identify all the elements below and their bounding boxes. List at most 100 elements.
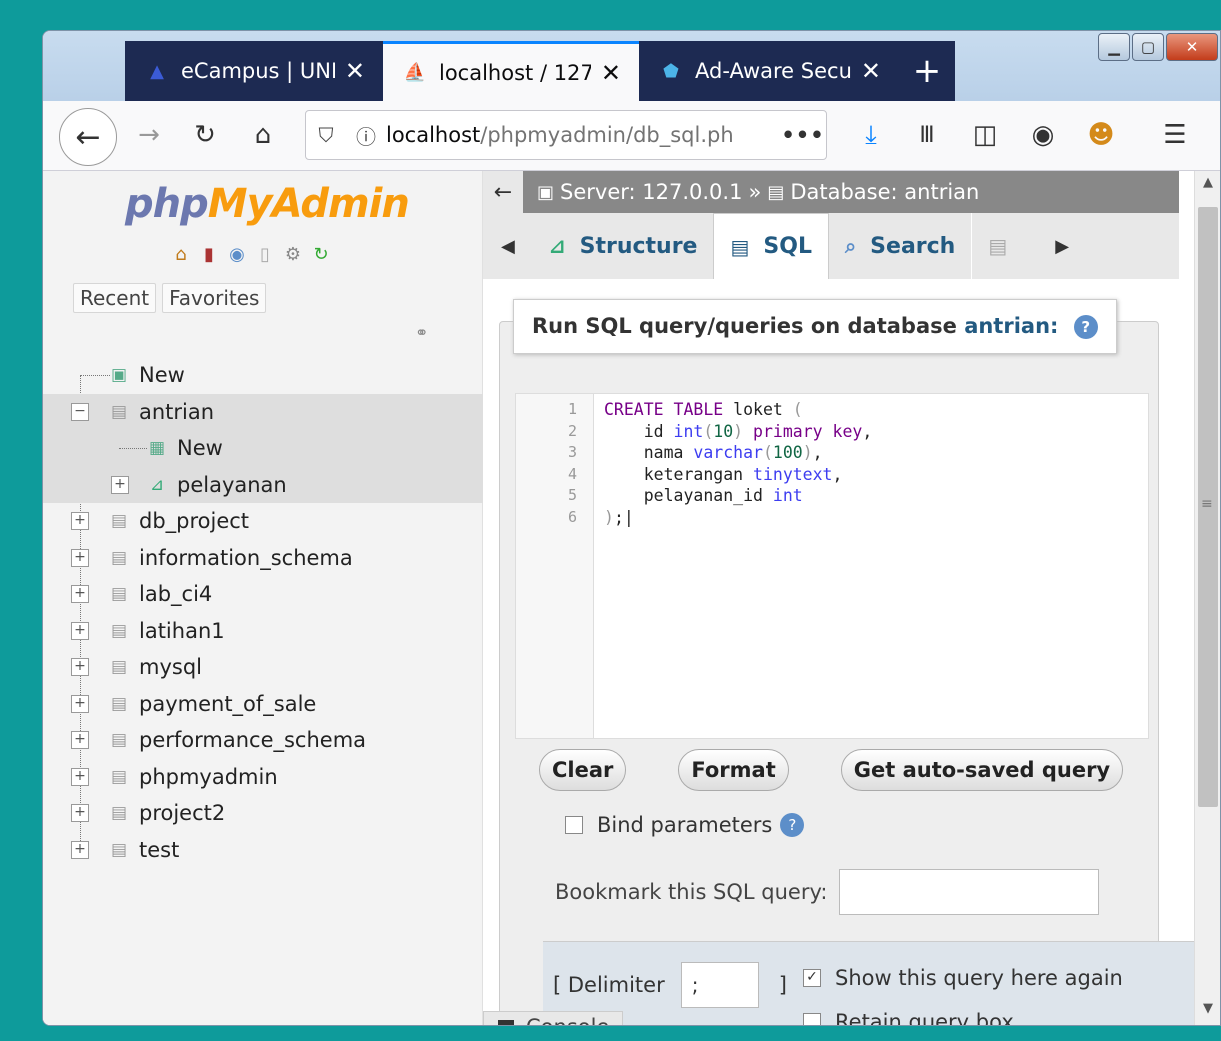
tracking-shield-icon[interactable]: ⛉: [306, 123, 346, 147]
collapse-icon[interactable]: −: [71, 402, 89, 421]
tree-item-db[interactable]: + ▤ information_schema: [43, 540, 483, 577]
get-auto-saved-query-button[interactable]: Get auto-saved query: [840, 749, 1124, 791]
legend-database-name[interactable]: antrian:: [964, 314, 1058, 338]
logout-icon[interactable]: ▮: [198, 243, 220, 265]
close-window-button[interactable]: ✕: [1166, 33, 1218, 61]
tab-query[interactable]: ▤: [971, 213, 1037, 279]
tree-item-db[interactable]: + ▤ phpmyadmin: [43, 759, 483, 796]
expand-icon[interactable]: +: [71, 585, 89, 604]
back-button[interactable]: ←: [59, 108, 117, 166]
sql-code[interactable]: CREATE TABLE loket ( id int(10) primary …: [604, 400, 872, 530]
tab-adaware[interactable]: ⬟ Ad-Aware Secu ✕: [639, 41, 899, 101]
breadcrumb-server[interactable]: Server: 127.0.0.1: [560, 180, 742, 204]
tabs-scroll-left-icon[interactable]: ◀: [483, 213, 533, 279]
help-icon[interactable]: ◉: [226, 243, 248, 265]
reload-icon: ↻: [194, 120, 216, 150]
tree-item-antrian-new[interactable]: ▦ New: [43, 430, 483, 467]
clear-button[interactable]: Clear: [539, 749, 627, 791]
tree-item-db[interactable]: + ▤ latihan1: [43, 613, 483, 650]
address-bar[interactable]: ⛉ ⓘ localhost/phpmyadmin/db_sql.ph •••: [305, 110, 827, 160]
tree-item-db[interactable]: + ▤ performance_schema: [43, 722, 483, 759]
tree-item-label: lab_ci4: [139, 582, 213, 607]
phpmyadmin-logo[interactable]: phpMyAdmin: [125, 181, 410, 227]
expand-icon[interactable]: +: [71, 658, 89, 677]
tree-item-db[interactable]: + ▤ mysql: [43, 649, 483, 686]
tree-item-antrian[interactable]: − ▤ antrian: [43, 393, 483, 430]
retain-query-box-checkbox[interactable]: [803, 1013, 821, 1025]
settings-gear-icon[interactable]: ⚙: [282, 243, 304, 265]
tab-structure[interactable]: ⊿ Structure: [533, 213, 714, 279]
format-button[interactable]: Format: [678, 749, 789, 791]
tab-sql[interactable]: ▤ SQL: [713, 213, 829, 279]
tab-ecampus[interactable]: ▲ eCampus | UNI ✕: [125, 41, 383, 101]
tree-item-label: test: [139, 837, 180, 862]
library-button[interactable]: Ⅲ: [905, 113, 949, 157]
tree-item-db[interactable]: + ▤ db_project: [43, 503, 483, 540]
site-info-icon[interactable]: ⓘ: [346, 121, 386, 150]
database-icon: ▤: [110, 693, 128, 714]
scroll-down-icon[interactable]: ▼: [1195, 1001, 1220, 1025]
bind-parameters-checkbox[interactable]: [565, 816, 583, 834]
expand-icon[interactable]: +: [71, 512, 89, 531]
page-scrollbar[interactable]: ▲ ≡ ▼: [1194, 171, 1220, 1025]
close-tab-icon[interactable]: ✕: [861, 57, 881, 85]
expand-icon[interactable]: +: [71, 804, 89, 823]
home-icon[interactable]: ⌂: [170, 243, 192, 265]
show-query-again-label[interactable]: Show this query here again: [835, 966, 1123, 990]
expand-icon[interactable]: +: [71, 840, 89, 859]
sql-editor[interactable]: 123456 CREATE TABLE loket ( id int(10) p…: [515, 393, 1149, 739]
recent-favorites-tabs: Recent Favorites: [73, 283, 267, 313]
extension-button[interactable]: ☻: [1079, 113, 1123, 157]
retain-query-box-label[interactable]: Retain query box: [835, 1010, 1014, 1025]
tabs-scroll-right-icon[interactable]: ▶: [1037, 213, 1087, 279]
tab-search[interactable]: ⌕ Search: [829, 213, 971, 279]
reload-button[interactable]: ↻: [183, 113, 227, 157]
collapse-nav-arrow-icon[interactable]: ←: [483, 171, 523, 213]
tree-item-db[interactable]: + ▤ lab_ci4: [43, 576, 483, 613]
docs-icon[interactable]: ▯: [254, 243, 276, 265]
bookmark-label: Bookmark this SQL query:: [555, 880, 828, 904]
close-tab-icon[interactable]: ✕: [345, 57, 365, 85]
maximize-button[interactable]: ▢: [1132, 33, 1164, 61]
tab-localhost[interactable]: ⛵ localhost / 127.0 ✕: [383, 41, 639, 101]
show-query-again-checkbox[interactable]: ✓: [803, 969, 821, 987]
favorites-tab[interactable]: Favorites: [162, 283, 267, 313]
console-toggle[interactable]: Console: [483, 1011, 623, 1025]
recent-tab[interactable]: Recent: [73, 283, 157, 313]
delimiter-input[interactable]: ;: [680, 962, 759, 1008]
help-icon[interactable]: ?: [1073, 315, 1098, 339]
expand-icon[interactable]: +: [71, 694, 89, 713]
scroll-up-icon[interactable]: ▲: [1195, 175, 1220, 201]
tab-label: Ad-Aware Secu: [695, 59, 851, 83]
delimiter-label: [ Delimiter: [553, 973, 665, 997]
close-tab-icon[interactable]: ✕: [601, 59, 621, 87]
tree-item-db[interactable]: + ▤ payment_of_sale: [43, 686, 483, 723]
expand-icon[interactable]: +: [71, 548, 89, 567]
page-actions-button[interactable]: •••: [780, 123, 826, 147]
database-icon: ▤: [767, 181, 785, 203]
expand-icon[interactable]: +: [71, 621, 89, 640]
menu-button[interactable]: ☰: [1153, 113, 1197, 157]
new-tab-button[interactable]: +: [899, 41, 955, 101]
breadcrumb-database[interactable]: Database: antrian: [790, 180, 979, 204]
account-button[interactable]: ◉: [1021, 113, 1065, 157]
bind-parameters-label[interactable]: Bind parameters: [597, 813, 772, 837]
sidebar-button[interactable]: ◫: [963, 113, 1007, 157]
help-icon[interactable]: ?: [780, 813, 805, 837]
home-button[interactable]: ⌂: [241, 113, 285, 157]
expand-icon[interactable]: +: [111, 475, 129, 494]
tree-item-db[interactable]: + ▤ project2: [43, 795, 483, 832]
tab-label: SQL: [763, 234, 812, 259]
minimize-button[interactable]: ▁: [1098, 33, 1130, 61]
tree-item-db[interactable]: + ▤ test: [43, 832, 483, 869]
forward-button[interactable]: →: [127, 113, 171, 157]
tree-item-new[interactable]: ▣ New: [43, 357, 483, 394]
expand-icon[interactable]: +: [71, 731, 89, 750]
bookmark-input[interactable]: [839, 869, 1100, 915]
url-text[interactable]: localhost/phpmyadmin/db_sql.ph: [386, 123, 780, 147]
downloads-button[interactable]: ⤓: [849, 113, 893, 157]
tree-item-pelayanan[interactable]: + ⊿ pelayanan: [43, 466, 483, 503]
reload-navigation-icon[interactable]: ↻: [310, 243, 332, 265]
expand-icon[interactable]: +: [71, 767, 89, 786]
link-with-main-panel-icon[interactable]: ⚭: [415, 323, 428, 342]
